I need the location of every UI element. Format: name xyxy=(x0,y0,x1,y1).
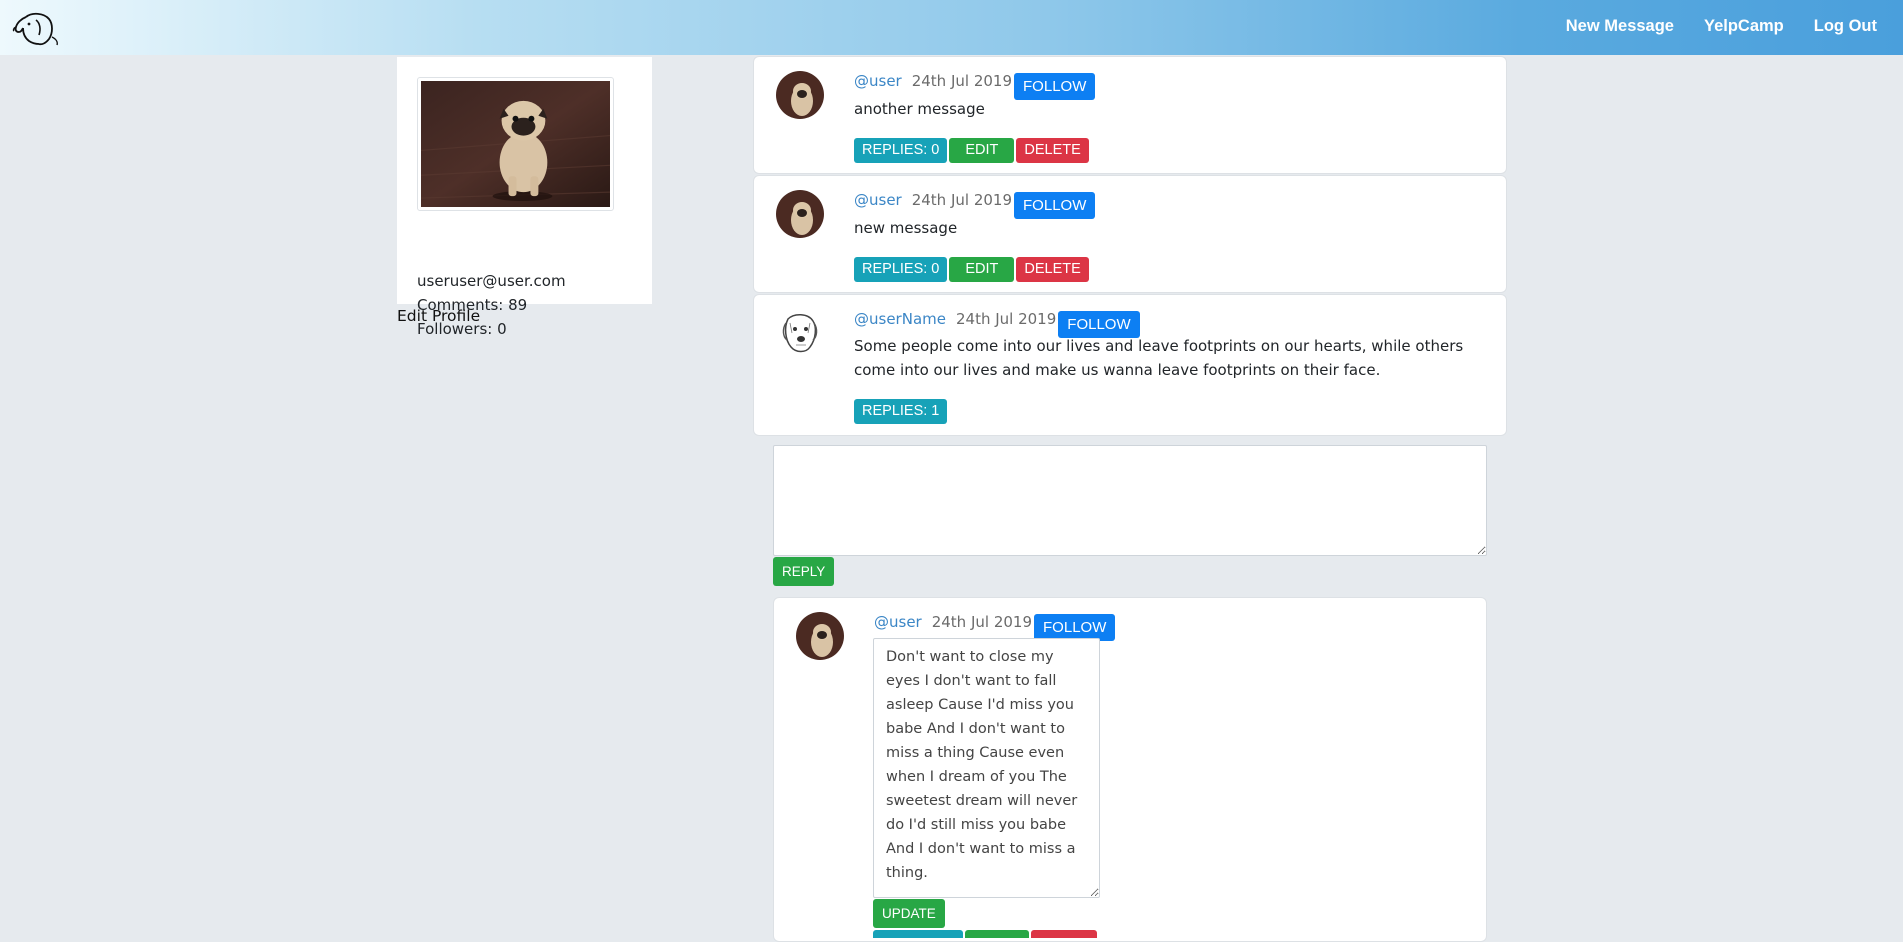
delete-button-partial[interactable] xyxy=(1031,930,1097,938)
follow-button[interactable]: FOLLOW xyxy=(1014,73,1096,100)
edit-button[interactable]: EDIT xyxy=(949,257,1015,282)
navbar: New Message YelpCamp Log Out xyxy=(0,0,1903,55)
edit-profile-link[interactable]: Edit Profile xyxy=(397,307,480,325)
avatar xyxy=(796,612,844,660)
replies-button[interactable]: REPLIES: 1 xyxy=(854,399,948,424)
edit-button[interactable]: EDIT xyxy=(949,138,1015,163)
reply-edit-textarea[interactable]: Don't want to close my eyes I don't want… xyxy=(873,638,1100,898)
nav-links: New Message YelpCamp Log Out xyxy=(1566,17,1877,36)
reply-date: 24th Jul 2019 xyxy=(931,613,1033,631)
avatar xyxy=(776,190,824,238)
message-text: new message xyxy=(854,219,958,237)
profile-image xyxy=(417,77,614,211)
message-text: Some people come into our lives and leav… xyxy=(854,337,1464,379)
message-date: 24th Jul 2019 xyxy=(911,191,1013,209)
avatar xyxy=(776,71,824,119)
edit-button-partial[interactable] xyxy=(965,930,1029,938)
update-button[interactable]: UPDATE xyxy=(873,899,945,928)
nav-log-out[interactable]: Log Out xyxy=(1814,17,1877,36)
profile-email: useruser@user.com xyxy=(417,272,566,290)
message-card: @userName 24th Jul 2019 FOLLOW Some peop… xyxy=(753,294,1507,436)
follow-button[interactable]: FOLLOW xyxy=(1034,614,1116,641)
profile-card: useruser@user.com Comments: 89 Followers… xyxy=(397,57,652,338)
avatar xyxy=(776,309,824,357)
reply-username[interactable]: @user xyxy=(874,613,922,631)
replies-button-partial[interactable] xyxy=(873,930,963,938)
reply-action-buttons xyxy=(873,930,1097,938)
message-date: 24th Jul 2019 xyxy=(955,310,1057,328)
message-text: another message xyxy=(854,100,985,118)
message-date: 24th Jul 2019 xyxy=(911,72,1013,90)
message-username[interactable]: @userName xyxy=(854,310,946,328)
follow-button[interactable]: FOLLOW xyxy=(1014,192,1096,219)
delete-button[interactable]: DELETE xyxy=(1016,138,1089,163)
message-card: @user 24th Jul 2019 FOLLOW new message R… xyxy=(753,175,1507,293)
reply-textarea[interactable] xyxy=(773,445,1487,556)
reply-button[interactable]: REPLY xyxy=(773,557,835,586)
message-username[interactable]: @user xyxy=(854,72,902,90)
dog-head-icon[interactable] xyxy=(12,11,62,47)
nav-new-message[interactable]: New Message xyxy=(1566,17,1674,36)
nav-yelpcamp[interactable]: YelpCamp xyxy=(1704,17,1784,36)
delete-button[interactable]: DELETE xyxy=(1016,257,1089,282)
replies-button[interactable]: REPLIES: 0 xyxy=(854,138,948,163)
message-username[interactable]: @user xyxy=(854,191,902,209)
replies-button[interactable]: REPLIES: 0 xyxy=(854,257,948,282)
message-card: @user 24th Jul 2019 FOLLOW another messa… xyxy=(753,56,1507,174)
